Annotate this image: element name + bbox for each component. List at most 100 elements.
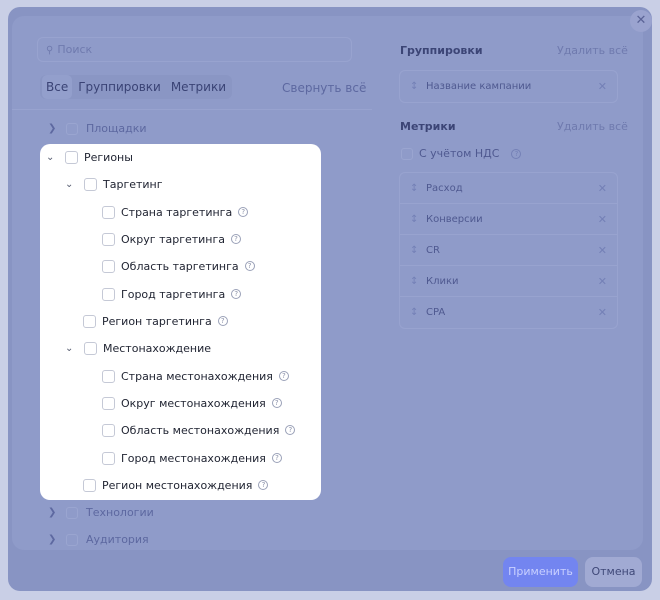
drag-handle-icon[interactable]: ↕	[410, 307, 426, 318]
drag-handle-icon[interactable]: ↕	[410, 276, 426, 287]
tree-item-regions[interactable]: ⌄ Регионы	[46, 147, 133, 167]
metric-item[interactable]: ↕ Конверсии ✕	[400, 204, 617, 235]
close-icon[interactable]: ✕	[598, 80, 607, 93]
help-icon[interactable]: ?	[271, 453, 282, 463]
tree-item-targeting-district[interactable]: Округ таргетинга ?	[102, 229, 242, 249]
checkbox[interactable]	[102, 451, 115, 465]
tree-item-label: Город таргетинга	[121, 287, 226, 301]
tree-item-location-district[interactable]: Округ местонахождения ?	[102, 393, 282, 413]
help-icon[interactable]: ?	[278, 371, 289, 381]
help-icon[interactable]: ?	[231, 289, 242, 299]
tree-item-label: Регион местонахождения	[102, 478, 253, 492]
tree-item-targeting-area[interactable]: Область таргетинга ?	[102, 256, 255, 276]
tree-item-label: Округ местонахождения	[121, 396, 266, 410]
close-icon: ✕	[635, 13, 647, 28]
drag-handle-icon[interactable]: ↕	[410, 183, 426, 194]
metrics-list: ↕ Расход ✕ ↕ Конверсии ✕ ↕ CR ✕ ↕ Клики …	[399, 172, 618, 329]
close-icon[interactable]: ✕	[598, 213, 607, 226]
close-icon[interactable]: ✕	[598, 244, 607, 257]
search-placeholder: Поиск	[57, 43, 93, 56]
chevron-down-icon[interactable]: ⌄	[65, 343, 79, 354]
checkbox[interactable]	[102, 369, 115, 383]
groupings-remove-all[interactable]: Удалить всё	[557, 44, 628, 57]
chevron-right-icon: ❯	[48, 507, 57, 518]
help-icon[interactable]: ?	[231, 234, 242, 244]
metric-item-label: Конверсии	[426, 213, 483, 225]
metric-item-label: Клики	[426, 275, 459, 287]
groupings-list: ↕ Название кампании ✕	[399, 70, 618, 103]
checkbox[interactable]	[84, 177, 97, 191]
tree-item-targeting-region[interactable]: Регион таргетинга ?	[83, 311, 228, 331]
tree-item-location-country[interactable]: Страна местонахождения ?	[102, 366, 289, 386]
tree-item-platforms[interactable]: ❯ Площадки	[48, 122, 147, 135]
tree-item-location-area[interactable]: Область местонахождения ?	[102, 420, 296, 440]
tab-groupings[interactable]: Группировки	[74, 75, 165, 99]
metrics-remove-all[interactable]: Удалить всё	[557, 120, 628, 133]
checkbox[interactable]	[102, 259, 115, 273]
checkbox[interactable]	[83, 314, 96, 328]
help-icon[interactable]: ?	[511, 148, 522, 159]
close-icon[interactable]: ✕	[598, 182, 607, 195]
checkbox[interactable]	[66, 122, 78, 135]
tree-item-location[interactable]: ⌄ Местонахождение	[65, 338, 211, 358]
tree-item-targeting-country[interactable]: Страна таргетинга ?	[102, 202, 249, 222]
checkbox[interactable]	[84, 341, 97, 355]
vat-label: С учётом НДС	[419, 147, 500, 160]
help-icon[interactable]: ?	[258, 480, 269, 490]
checkbox[interactable]	[102, 423, 115, 437]
metric-item-label: CPA	[426, 307, 446, 318]
metric-item[interactable]: ↕ Расход ✕	[400, 173, 617, 204]
close-icon[interactable]: ✕	[598, 275, 607, 288]
chevron-down-icon[interactable]: ⌄	[46, 152, 60, 163]
checkbox[interactable]	[83, 478, 96, 492]
tab-metrics[interactable]: Метрики	[167, 75, 230, 99]
metric-item[interactable]: ↕ Клики ✕	[400, 266, 617, 297]
checkbox[interactable]	[102, 396, 115, 410]
tree-item-label: Город местонахождения	[121, 451, 266, 465]
search-input[interactable]: ⚲ Поиск	[37, 37, 352, 62]
apply-button[interactable]: Применить	[503, 557, 578, 587]
close-modal-button[interactable]: ✕	[630, 10, 652, 32]
help-icon[interactable]: ?	[285, 425, 296, 435]
tree-item-label: Страна таргетинга	[121, 205, 233, 219]
tree-item-label: Регионы	[84, 150, 133, 164]
checkbox[interactable]	[66, 506, 78, 519]
vat-checkbox[interactable]	[401, 147, 413, 160]
collapse-all-link[interactable]: Свернуть всё	[282, 81, 366, 95]
tree-item-technologies[interactable]: ❯ Технологии	[48, 506, 154, 519]
checkbox[interactable]	[66, 533, 78, 546]
checkbox[interactable]	[65, 150, 78, 164]
tree-item-location-region[interactable]: Регион местонахождения ?	[83, 475, 269, 495]
drag-handle-icon[interactable]: ↕	[410, 214, 426, 225]
regions-tree-panel: ⌄ Регионы ⌄ Таргетинг Страна таргетинга …	[40, 144, 321, 500]
checkbox[interactable]	[102, 287, 115, 301]
grouping-item[interactable]: ↕ Название кампании ✕	[400, 71, 617, 102]
grouping-item-label: Название кампании	[426, 81, 532, 92]
tree-item-targeting[interactable]: ⌄ Таргетинг	[65, 174, 163, 194]
drag-handle-icon[interactable]: ↕	[410, 245, 426, 256]
close-icon[interactable]: ✕	[598, 306, 607, 319]
help-icon[interactable]: ?	[271, 398, 282, 408]
drag-handle-icon[interactable]: ↕	[410, 81, 426, 92]
help-icon[interactable]: ?	[238, 207, 249, 217]
filter-tabs: Все Группировки Метрики	[40, 75, 233, 99]
tree-item-label: Технологии	[86, 506, 154, 519]
checkbox[interactable]	[102, 205, 115, 219]
cancel-button[interactable]: Отмена	[585, 557, 642, 587]
tree-item-audience[interactable]: ❯ Аудитория	[48, 533, 149, 546]
tree-item-location-city[interactable]: Город местонахождения ?	[102, 448, 282, 468]
tab-all[interactable]: Все	[42, 75, 73, 99]
metric-item[interactable]: ↕ CR ✕	[400, 235, 617, 266]
chevron-down-icon[interactable]: ⌄	[65, 179, 79, 190]
tree-item-label: Регион таргетинга	[102, 314, 212, 328]
metric-item-label: CR	[426, 244, 440, 256]
tree-item-label: Область таргетинга	[121, 259, 239, 273]
tree-item-targeting-city[interactable]: Город таргетинга ?	[102, 284, 242, 304]
vat-checkbox-row[interactable]: С учётом НДС ?	[401, 147, 522, 160]
checkbox[interactable]	[102, 232, 115, 246]
tree-item-label: Аудитория	[86, 533, 149, 546]
help-icon[interactable]: ?	[217, 316, 228, 326]
metric-item[interactable]: ↕ CPA ✕	[400, 297, 617, 328]
tree-item-label: Страна местонахождения	[121, 369, 273, 383]
help-icon[interactable]: ?	[244, 261, 255, 271]
